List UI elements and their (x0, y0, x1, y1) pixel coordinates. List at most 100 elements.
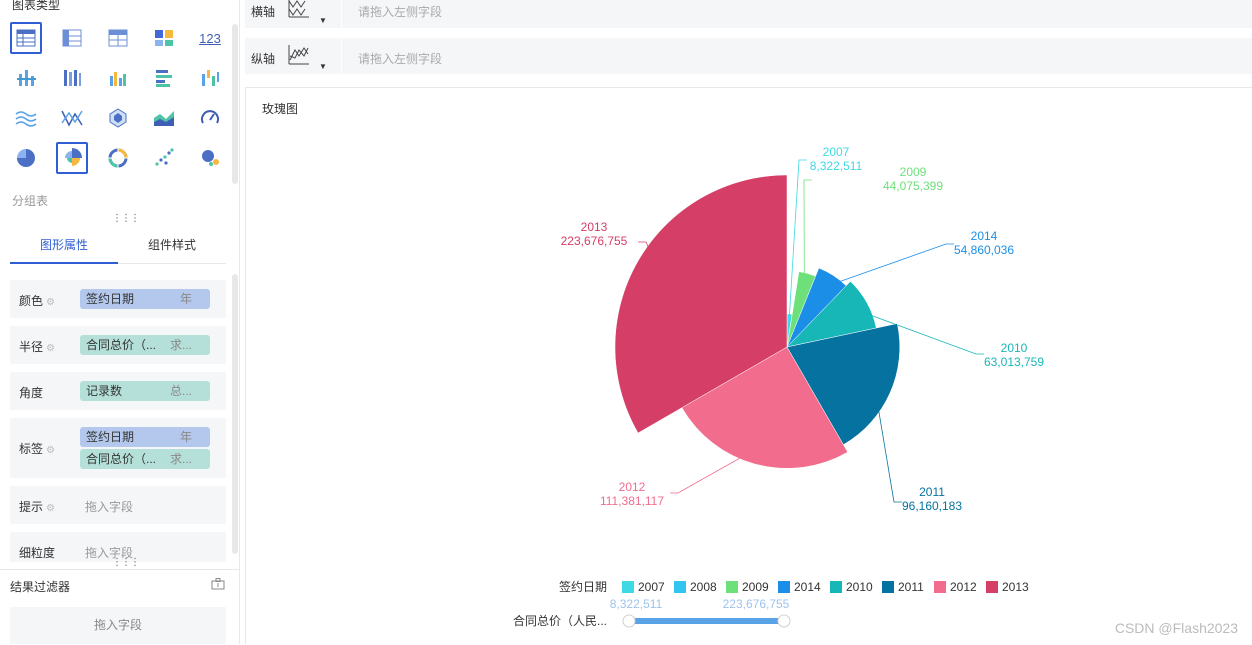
stacked-bar-icon[interactable] (10, 62, 42, 94)
x-axis-type-icon[interactable] (287, 0, 311, 22)
legend-swatch-2011 (882, 581, 894, 593)
size-legend-handle-min (622, 614, 636, 628)
prop-radius-label: 半径 (19, 340, 44, 354)
detail-table-icon[interactable] (102, 22, 134, 54)
filter-drop-zone[interactable]: 拖入字段 (10, 607, 226, 644)
legend-swatch-2009 (726, 581, 738, 593)
pill-agg: 求... (169, 452, 192, 466)
leader-line-2014 (826, 243, 954, 287)
left-panel: 图表类型 123 分组表 ⋮⋮⋮ 图形属性 组件样式 颜色 ⚙ 签约日期 年 半… (0, 0, 240, 644)
divider (341, 0, 342, 28)
prop-color[interactable]: 颜色 ⚙ 签约日期 年 (10, 280, 226, 318)
grouped-bar-icon[interactable] (56, 62, 88, 94)
prop-granularity-label: 细粒度 (19, 546, 56, 560)
settings-icon[interactable]: ⚙ (46, 343, 55, 354)
chart-panel: 玫瑰图 2007 8,322,511 2009 44,075,399 2010 63,01… (245, 87, 1252, 644)
active-tab-indicator (10, 262, 118, 264)
watermark: CSDN @Flash2023 (1114, 620, 1238, 636)
pill-agg: 求... (169, 338, 192, 352)
card-chart-icon[interactable] (148, 22, 180, 54)
property-tabs: 图形属性 组件样式 (10, 224, 226, 264)
kpi-number-icon[interactable]: 123 (194, 22, 226, 54)
size-legend-max: 223,676,755 (723, 597, 790, 611)
prop-angle[interactable]: 角度 记录数 总... (10, 372, 226, 410)
multi-bar-icon[interactable] (102, 62, 134, 94)
pill-agg: 年 (179, 430, 192, 444)
pill-field: 合同总价（... (86, 338, 157, 352)
y-axis-label: 纵轴 (251, 52, 276, 66)
y-axis-drop-placeholder[interactable]: 请拖入左侧字段 (358, 50, 442, 67)
radar-chart-icon[interactable] (102, 102, 134, 134)
drag-handle-icon[interactable]: ⋮⋮⋮ (112, 557, 140, 568)
area-chart-icon[interactable] (148, 102, 180, 134)
data-label-category-2010: 2010 (1001, 341, 1028, 355)
pill-agg: 总... (169, 384, 192, 398)
polyline-chart-icon[interactable] (56, 102, 88, 134)
filter-settings-icon[interactable] (211, 578, 225, 593)
legend-label-2007: 2007 (638, 580, 665, 594)
prop-tooltip-label: 提示 (19, 500, 44, 514)
prop-tags-label: 标签 (19, 442, 44, 456)
prop-tags[interactable]: 标签 ⚙ 签约日期 年 合同总价（... 求... (10, 418, 226, 478)
data-label-category-2009: 2009 (900, 165, 927, 179)
pill-agg: 年 (179, 292, 192, 306)
data-label-category-2011: 2011 (919, 485, 945, 499)
settings-icon[interactable]: ⚙ (46, 445, 55, 456)
donut-chart-icon[interactable] (102, 142, 134, 174)
y-axis-dropdown-caret[interactable]: ▼ (319, 62, 327, 71)
prop-radius[interactable]: 半径 ⚙ 合同总价（... 求... (10, 326, 226, 364)
chart-type-title: 图表类型 (12, 0, 61, 12)
x-axis-drop-placeholder[interactable]: 请拖入左侧字段 (358, 3, 442, 20)
settings-icon[interactable]: ⚙ (46, 297, 55, 308)
data-label-value-2007: 8,322,511 (810, 159, 863, 173)
pill-field: 签约日期 (86, 430, 135, 444)
legend-label-2013: 2013 (1002, 580, 1029, 594)
pill-field: 签约日期 (86, 292, 135, 306)
legend-label-2014: 2014 (794, 580, 821, 594)
legend-swatch-2007 (622, 581, 634, 593)
property-scrollbar[interactable] (232, 274, 238, 554)
scatter-chart-icon[interactable] (148, 142, 180, 174)
color-field-pill[interactable]: 签约日期 年 (80, 289, 210, 309)
cross-table-icon[interactable] (56, 22, 88, 54)
line-chart-icon[interactable] (10, 102, 42, 134)
legend-swatch-2010 (830, 581, 842, 593)
angle-field-pill[interactable]: 记录数 总... (80, 381, 210, 401)
y-axis-row[interactable]: 纵轴 ▼ 请拖入左侧字段 (245, 38, 1252, 74)
data-label-category-2012: 2012 (619, 480, 646, 494)
data-label-category-2014: 2014 (971, 229, 998, 243)
tab-component-style[interactable]: 组件样式 (148, 236, 196, 253)
radius-field-pill[interactable]: 合同总价（... 求... (80, 335, 210, 355)
leader-line-2009 (803, 179, 812, 285)
data-label-value-2012: 111,381,117 (600, 494, 664, 508)
tab-graphic-properties[interactable]: 图形属性 (40, 236, 88, 253)
y-axis-type-icon[interactable] (287, 44, 311, 69)
legend-label-2012: 2012 (950, 580, 977, 594)
data-label-category-2013: 2013 (581, 220, 608, 234)
tags-field-pill-2[interactable]: 合同总价（... 求... (80, 449, 210, 469)
prop-color-label: 颜色 (19, 294, 44, 308)
pie-chart-icon[interactable] (10, 142, 42, 174)
horizontal-bar-icon[interactable] (148, 62, 180, 94)
legend-label-2009: 2009 (742, 580, 769, 594)
drag-handle-icon[interactable]: ⋮⋮⋮ (112, 213, 140, 224)
prop-tooltip[interactable]: 提示 ⚙ 拖入字段 (10, 486, 226, 524)
legend-swatch-2014 (778, 581, 790, 593)
bubble-chart-icon[interactable] (194, 142, 226, 174)
size-legend-track (629, 618, 784, 624)
rose-chart: 20078,322,511 200944,075,399201063,013,75… (513, 145, 1044, 628)
x-axis-dropdown-caret[interactable]: ▼ (319, 16, 327, 25)
waterfall-bar-icon[interactable] (194, 62, 226, 94)
tags-field-pill-1[interactable]: 签约日期 年 (80, 427, 210, 447)
gauge-chart-icon[interactable] (194, 102, 226, 134)
legend-label-2011: 2011 (898, 580, 924, 594)
table-chart-icon[interactable] (10, 22, 42, 54)
x-axis-label: 横轴 (251, 5, 276, 19)
settings-icon[interactable]: ⚙ (46, 503, 55, 514)
data-label-value-2013: 223,676,755 (561, 234, 628, 248)
data-label-value-2010: 63,013,759 (984, 355, 1044, 369)
rose-chart-icon[interactable] (56, 142, 88, 174)
legend-title: 签约日期 (559, 579, 607, 594)
x-axis-row[interactable]: 横轴 ▼ 请拖入左侧字段 (245, 0, 1252, 28)
scrollbar-top[interactable] (232, 24, 238, 184)
